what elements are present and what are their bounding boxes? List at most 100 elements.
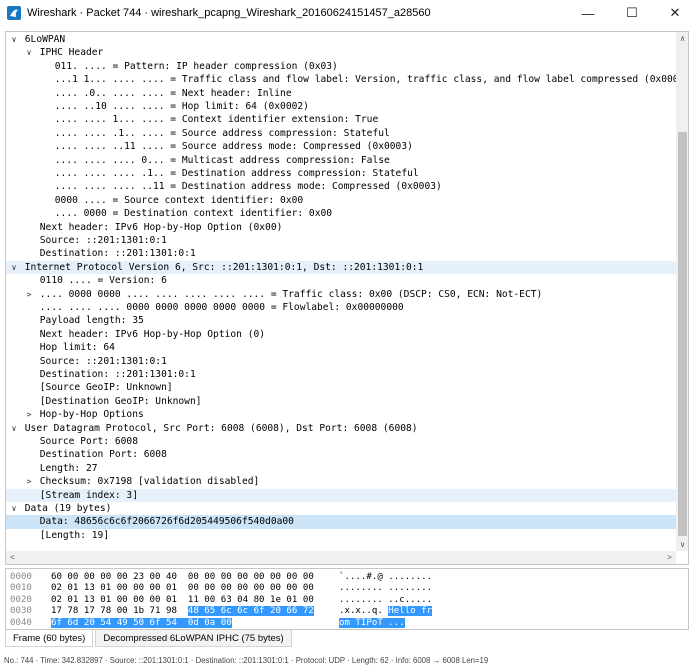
tree-row[interactable]: .... .... .... 0... = Multicast address … [6,154,676,167]
tree-row[interactable]: Next header: IPv6 Hop-by-Hop Option (0x0… [6,221,676,234]
tree-row[interactable]: .... .... .... .1.. = Destination addres… [6,167,676,180]
tree-row-label: Destination Port: 6008 [39,449,167,461]
tree-row-label: Hop-by-Hop Options [39,409,144,421]
collapse-arrow-icon[interactable]: ∨ [9,502,19,515]
hex-bytes-segment: 60 00 00 00 00 23 00 40 00 00 00 00 00 0… [51,572,314,582]
tree-row[interactable]: Destination Port: 6008 [6,448,676,461]
hex-row[interactable]: 0020 02 01 13 01 00 00 00 01 11 00 63 04 … [6,595,686,606]
collapse-arrow-icon[interactable]: ∨ [24,46,34,59]
tree-row[interactable]: [Stream index: 3] [6,488,676,502]
tree-row-label: Source Port: 6008 [39,436,138,447]
tree-row-label: .... .... 1... .... = Context identifier… [54,114,379,126]
tree-row[interactable]: .... ..10 .... .... = Hop limit: 64 (0x0… [6,100,676,113]
vertical-scrollbar[interactable]: ∧ ∨ [676,32,688,551]
hex-row[interactable]: 0010 02 01 13 01 00 00 00 01 00 00 00 00 … [6,583,686,594]
hex-row[interactable]: 0000 60 00 00 00 00 23 00 40 00 00 00 00 … [6,572,686,583]
tree-row[interactable]: [Length: 19] [6,529,676,542]
tree-row[interactable]: 011. .... = Pattern: IP header compressi… [6,60,676,73]
tree-row-label: .... .0.. .... .... = Next header: Inlin… [54,87,292,99]
tree-row-label: Source: ::201:1301:0:1 [39,235,167,246]
maximize-button[interactable]: ☐ [610,0,654,26]
scroll-up-icon[interactable]: ∧ [676,32,688,45]
tree-row[interactable]: > Hop-by-Hop Options [6,408,676,421]
tree-row[interactable]: ∨ Internet Protocol Version 6, Src: ::20… [6,260,676,275]
tree-row-label: 0110 .... = Version: 6 [39,275,167,287]
tree-row-label: Next header: IPv6 Hop-by-Hop Option (0) [39,328,266,340]
tree-row-label: Source: ::201:1301:0:1 [39,355,167,367]
tree-row[interactable]: .... 0000 = Destination context identifi… [6,207,676,220]
tree-row[interactable]: 0110 .... = Version: 6 [6,274,676,287]
expand-arrow-icon[interactable]: > [24,408,34,421]
tree-row[interactable]: > Checksum: 0x7198 [validation disabled] [6,475,676,488]
hex-bytes-selected: 48 65 6c 6c 6f 20 66 72 [187,606,314,617]
collapse-arrow-icon[interactable]: ∨ [9,261,19,274]
tree-row-label: .... .... ..11 .... = Source address mod… [54,141,413,153]
expand-arrow-icon[interactable]: > [24,288,34,301]
tree-row[interactable]: 0000 .... = Source context identifier: 0… [6,194,676,207]
tree-row[interactable]: ∨ 6LoWPAN [6,33,676,46]
tree-row[interactable]: .... .... ..11 .... = Source address mod… [6,140,676,153]
tree-row-label: Payload length: 35 [39,315,144,327]
tree-row-label: Data: 48656c6c6f2066726f6d205449506f540d… [39,516,294,528]
hex-bytes: 02 01 13 01 00 00 00 01 11 00 63 04 80 1… [51,595,314,606]
tree-row[interactable]: .... .0.. .... .... = Next header: Inlin… [6,87,676,100]
hex-ascii-segment: `....#.@ ........ [339,572,433,582]
hex-ascii-selected: om TIPoT ... [339,617,405,628]
tab-frame[interactable]: Frame (60 bytes) [5,630,94,647]
tree-row[interactable]: .... .... .1.. .... = Source address com… [6,127,676,140]
hex-offset: 0020 [10,594,32,605]
tree-row[interactable]: Length: 27 [6,462,676,475]
tree-row[interactable]: .... .... 1... .... = Context identifier… [6,113,676,126]
close-button[interactable]: ✕ [653,0,697,26]
tree-row[interactable]: [Destination GeoIP: Unknown] [6,395,676,408]
scroll-right-icon[interactable]: > [663,551,676,564]
collapse-arrow-icon[interactable]: ∨ [9,422,19,435]
tree-row[interactable]: Destination: ::201:1301:0:1 [6,247,676,260]
status-bar: No.: 744 · Time: 342.832897 · Source: ::… [4,656,489,665]
tree-row-label: .... .... .... .1.. = Destination addres… [54,168,419,179]
minimize-button[interactable]: — [566,0,610,26]
tree-row[interactable]: ∨ User Datagram Protocol, Src Port: 6008… [6,422,676,435]
tree-row-label: Internet Protocol Version 6, Src: ::201:… [24,261,424,273]
hex-offset: 0010 [10,583,32,594]
scroll-left-icon[interactable]: < [6,551,19,564]
hex-bytes: 02 01 13 01 00 00 00 01 00 00 00 00 00 0… [51,583,314,594]
bytes-tabs: Frame (60 bytes) Decompressed 6LoWPAN IPH… [5,630,294,647]
tree-row[interactable]: Payload length: 35 [6,314,676,327]
tree-row-label: .... .... .... 0... = Multicast address … [54,154,390,166]
tree-row[interactable]: Source Port: 6008 [6,435,676,448]
tree-row[interactable]: Data: 48656c6c6f2066726f6d205449506f540d… [6,515,676,529]
horizontal-scrollbar[interactable]: < > [6,551,676,564]
hex-row[interactable]: 0040 6f 6d 20 54 49 50 6f 54 0d 0a 00 om T… [6,617,686,629]
expand-arrow-icon[interactable]: > [24,475,34,488]
tree-row-label: Length: 27 [39,462,98,474]
tree-row-label: [Length: 19] [39,529,110,541]
hex-ascii: ........ ..c..... [339,595,432,606]
hex-bytes-segment: 17 78 17 78 00 1b 71 98 [51,606,188,617]
tree-row[interactable]: ...1 1... .... .... = Traffic class and … [6,73,676,86]
tree-row[interactable]: Hop limit: 64 [6,341,676,354]
scroll-down-icon[interactable]: ∨ [676,538,688,551]
tree-row[interactable]: .... .... .... ..11 = Destination addres… [6,180,676,193]
wireshark-fin-icon [7,6,21,20]
hex-offset: 0000 [10,572,32,582]
tree-row[interactable]: .... .... .... 0000 0000 0000 0000 0000 … [6,301,676,314]
hex-ascii: om TIPoT ... [339,617,405,629]
tree-row[interactable]: Source: ::201:1301:0:1 [6,234,676,247]
tree-row[interactable]: ∨ IPHC Header [6,46,676,59]
hex-ascii-segment: .x.x..q. [339,606,389,617]
hex-row[interactable]: 0030 17 78 17 78 00 1b 71 98 48 65 6c 6c … [6,606,686,617]
tree-row[interactable]: Next header: IPv6 Hop-by-Hop Option (0) [6,328,676,341]
tree-row-label: .... 0000 0000 .... .... .... .... .... … [39,288,543,300]
tree-row-label: .... .... .... 0000 0000 0000 0000 0000 … [39,302,404,313]
tree-row[interactable]: ∨ Data (19 bytes) [6,502,676,515]
vertical-scroll-thumb[interactable] [678,132,687,536]
tree-row[interactable]: Destination: ::201:1301:0:1 [6,368,676,381]
collapse-arrow-icon[interactable]: ∨ [9,33,19,46]
tree-row[interactable]: Source: ::201:1301:0:1 [6,355,676,368]
tab-decompressed-iphc[interactable]: Decompressed 6LoWPAN IPHC (75 bytes) [95,630,292,647]
packet-details-tree: ∨ 6LoWPAN ∨ IPHC Header 011. .... = Patte… [6,32,676,551]
packet-details-pane: ∨ 6LoWPAN ∨ IPHC Header 011. .... = Patte… [5,31,689,565]
tree-row[interactable]: > .... 0000 0000 .... .... .... .... ...… [6,288,676,301]
tree-row[interactable]: [Source GeoIP: Unknown] [6,381,676,394]
